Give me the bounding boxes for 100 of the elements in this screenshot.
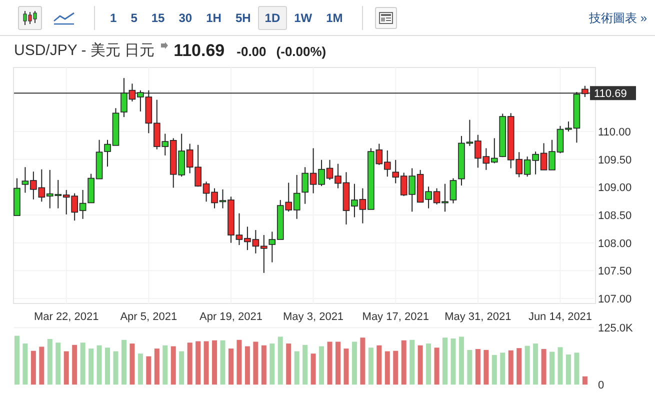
volume-bar bbox=[508, 350, 514, 385]
volume-bar bbox=[574, 352, 580, 385]
axis-label: May 17, 2021 bbox=[362, 311, 429, 323]
volume-bar bbox=[533, 344, 538, 385]
price-change: -0.00 bbox=[236, 43, 266, 60]
volume-bar bbox=[550, 352, 555, 385]
volume-bar bbox=[146, 356, 152, 385]
volume-bar bbox=[113, 351, 118, 385]
last-price-marker: 110.69 bbox=[590, 86, 636, 100]
axis-label: 0 bbox=[598, 380, 604, 392]
volume-bar bbox=[236, 340, 242, 385]
volume-bar bbox=[72, 344, 78, 385]
volume-bar bbox=[360, 338, 366, 385]
volume-bar bbox=[500, 352, 506, 385]
axis-label: Apr 5, 2021 bbox=[120, 311, 178, 323]
volume-bar bbox=[64, 351, 69, 385]
volume-bar bbox=[541, 349, 546, 385]
line-chart-icon bbox=[53, 10, 75, 24]
volume-bar bbox=[22, 344, 28, 385]
axis-label: 109.50 bbox=[598, 154, 632, 166]
volume-bar bbox=[47, 338, 52, 385]
volume-bar bbox=[492, 354, 497, 385]
interval-tab[interactable]: 1W bbox=[287, 6, 320, 30]
volume-bar bbox=[30, 350, 36, 385]
volume-bar bbox=[458, 336, 464, 385]
axis-label: May 3, 2021 bbox=[283, 311, 344, 323]
volume-bar bbox=[204, 341, 209, 385]
volume-bar bbox=[566, 354, 571, 385]
volume-bar bbox=[261, 345, 266, 385]
volume-bar bbox=[179, 351, 184, 385]
axis-label: 109.00 bbox=[598, 182, 632, 194]
interval-tab[interactable]: 1M bbox=[319, 6, 350, 30]
interval-tab[interactable]: 30 bbox=[172, 6, 200, 30]
volume-bar bbox=[426, 344, 432, 385]
pair-title: USD/JPY - 美元 日元 bbox=[14, 42, 155, 60]
candlestick-icon bbox=[22, 10, 38, 24]
interval-tab[interactable]: 5H bbox=[228, 6, 258, 30]
volume-bar bbox=[336, 342, 340, 385]
volume-bar bbox=[187, 342, 192, 385]
axis-label: 110.00 bbox=[598, 126, 631, 138]
volume-bar bbox=[410, 340, 415, 385]
volume-bar bbox=[270, 344, 275, 385]
interval-tab[interactable]: 1D bbox=[258, 6, 288, 30]
axis-label: Apr 19, 2021 bbox=[199, 311, 262, 323]
volume-bar bbox=[96, 345, 102, 385]
volume-bar bbox=[344, 348, 349, 385]
axis-label: Jun 14, 2021 bbox=[528, 311, 592, 323]
volume-bar bbox=[450, 338, 456, 385]
ref-line-label: 110.69 bbox=[594, 88, 627, 100]
volume-bar bbox=[302, 344, 308, 385]
axis-label: May 31, 2021 bbox=[444, 311, 512, 323]
volume-bar bbox=[401, 340, 406, 385]
volume-bar bbox=[80, 342, 86, 385]
volume-bar bbox=[475, 349, 480, 385]
volume-bar bbox=[484, 350, 489, 385]
volume-bar bbox=[442, 338, 448, 385]
chart-type-button[interactable] bbox=[18, 6, 42, 30]
volume-bar bbox=[384, 351, 390, 385]
volume-bar bbox=[582, 376, 588, 385]
arrow-icon bbox=[160, 42, 168, 49]
volume-bar bbox=[14, 336, 20, 385]
volume-bar bbox=[278, 336, 283, 385]
volume-bar bbox=[294, 351, 300, 385]
volume-bar bbox=[88, 348, 94, 385]
volume-bar bbox=[228, 348, 234, 385]
current-price: 110.69 bbox=[174, 41, 225, 60]
volume-bar bbox=[434, 348, 440, 385]
volume-bar bbox=[154, 348, 160, 385]
volume-bar bbox=[220, 340, 226, 385]
volume-bar bbox=[467, 350, 472, 385]
interval-tab[interactable]: 15 bbox=[144, 6, 172, 30]
percent-change: (-0.00%) bbox=[276, 43, 326, 60]
axis-label: 108.00 bbox=[598, 238, 632, 250]
volume-bar bbox=[170, 346, 176, 385]
axis-label: 108.50 bbox=[598, 210, 632, 222]
interval-tab[interactable]: 1 bbox=[103, 6, 124, 30]
news-layout-button[interactable] bbox=[374, 6, 397, 28]
volume-bar bbox=[212, 340, 218, 385]
volume-bar bbox=[524, 346, 530, 385]
volume-bar bbox=[376, 345, 382, 385]
volume-bar bbox=[558, 347, 563, 385]
volume-bar bbox=[138, 354, 143, 385]
axis-label: 107.00 bbox=[598, 294, 632, 306]
volume-bar bbox=[516, 348, 522, 385]
interval-tab[interactable]: 1H bbox=[199, 6, 228, 30]
volume-bar bbox=[393, 350, 398, 385]
volume-bar bbox=[121, 340, 126, 385]
volume-bar bbox=[196, 341, 201, 385]
volume-bar bbox=[319, 346, 324, 385]
axis-label: 107.50 bbox=[598, 266, 632, 278]
volume-bar bbox=[352, 342, 357, 385]
volume-bar bbox=[244, 346, 250, 385]
axis-label: 125.0K bbox=[598, 323, 633, 335]
axis-label: Mar 22, 2021 bbox=[34, 311, 99, 323]
volume-bar bbox=[310, 354, 316, 385]
interval-tab[interactable]: 5 bbox=[124, 6, 144, 30]
technical-chart-link[interactable]: 技術圖表 » bbox=[588, 8, 647, 26]
document-icon bbox=[378, 12, 393, 24]
volume-bar bbox=[327, 342, 332, 385]
volume-bar bbox=[130, 344, 135, 385]
